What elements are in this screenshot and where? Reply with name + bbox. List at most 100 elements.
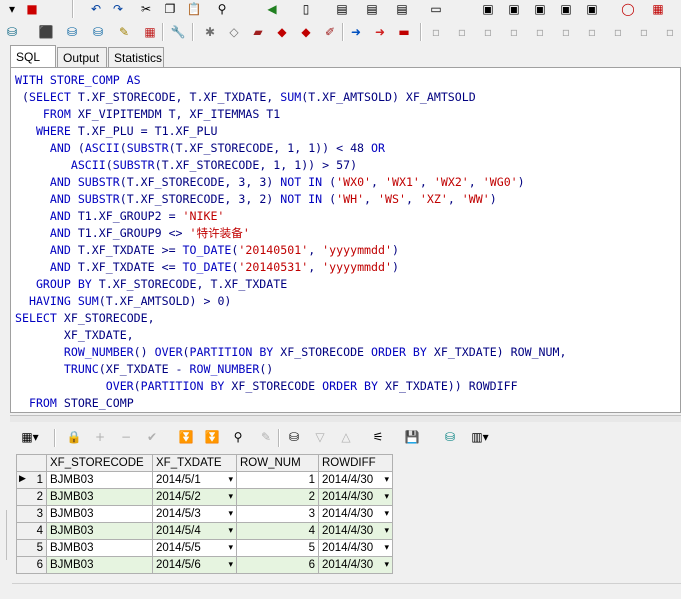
tab-sql-label: SQL [16,49,41,64]
tab-statistics[interactable]: Statistics [108,47,164,67]
lock-icon[interactable]: 🔒 [64,428,84,446]
doc2-icon[interactable]: ▤ [362,0,382,18]
gear-icon[interactable]: ✱ [200,23,220,41]
session-icon[interactable]: ⛁ [88,23,108,41]
row-number[interactable]: 4 [16,522,47,540]
cell-date[interactable]: 2014/5/5 [152,539,237,557]
undo-icon[interactable]: ↶ [86,0,106,18]
window3-icon[interactable]: ▣ [530,0,550,18]
binoculars-icon[interactable]: ⚲ [212,0,232,18]
cell-row_num[interactable]: 5 [236,539,319,557]
eraser-icon[interactable]: ◇ [224,23,244,41]
arrow-right-icon[interactable]: ➜ [346,23,366,41]
sql-line: SELECT XF_STORECODE, [15,311,155,325]
save-icon[interactable]: ⬛ [36,23,56,41]
stop-icon[interactable]: ■ [22,0,42,18]
grid-select-icon[interactable]: ▦▾ [20,428,40,446]
chart-icon[interactable]: ▥▾ [470,428,490,446]
cell-date[interactable]: 2014/5/3 [152,505,237,523]
table-row[interactable]: 4BJMB032014/5/442014/4/30 [16,522,393,540]
row-number[interactable]: 1 ▶ [16,471,47,489]
brush-icon[interactable]: ✐ [320,23,340,41]
doc3-icon[interactable]: ▤ [392,0,412,18]
cell-store[interactable]: BJMB03 [46,522,153,540]
cell-rowdiff[interactable]: 2014/4/30 [318,556,393,574]
toolbar-arrow-icon[interactable]: ▾ [2,0,22,18]
tab-output[interactable]: Output [57,47,107,67]
paste-icon[interactable]: 📋 [184,0,204,18]
connect-icon[interactable]: ⛁ [62,23,82,41]
report-icon[interactable]: ▦ [140,23,160,41]
results-grid[interactable]: XF_STORECODE XF_TXDATE ROW_NUM ROWDIFF 1… [16,454,393,574]
save-results-icon[interactable]: 💾 [402,428,422,446]
window5-icon[interactable]: ▣ [582,0,602,18]
arrow-red-icon[interactable]: ➜ [370,23,390,41]
splitter[interactable] [10,415,681,422]
back-icon[interactable]: ◀ [262,0,282,18]
cell-date[interactable]: 2014/5/6 [152,556,237,574]
doc4-icon[interactable]: ▭ [426,0,446,18]
sql-editor[interactable]: WITH STORE_COMP AS (SELECT T.XF_STORECOD… [10,67,681,413]
table-row[interactable]: 1▶BJMB032014/5/112014/4/30 [16,471,393,489]
column-header-storecode[interactable]: XF_STORECODE [46,454,153,472]
cell-date[interactable]: 2014/5/1 [152,471,237,489]
cell-store[interactable]: BJMB03 [46,471,153,489]
disabled10-icon: ▫ [665,25,675,39]
tag2-icon[interactable]: ◆ [296,23,316,41]
cell-date[interactable]: 2014/5/4 [152,522,237,540]
table-row[interactable]: 2BJMB032014/5/222014/4/30 [16,488,393,506]
new-icon[interactable]: ▯ [296,0,316,18]
table-row[interactable]: 3BJMB032014/5/332014/4/30 [16,505,393,523]
copy-icon[interactable]: ❐ [160,0,180,18]
cell-rowdiff[interactable]: 2014/4/30 [318,505,393,523]
cell-rowdiff[interactable]: 2014/4/30 [318,539,393,557]
row-number[interactable]: 6 [16,556,47,574]
cut-icon[interactable]: ✂ [136,0,156,18]
wrench-icon[interactable]: 🔧 [168,23,188,41]
sql-line: AND (ASCII(SUBSTR(T.XF_STORECODE, 1, 1))… [15,141,385,155]
cell-date[interactable]: 2014/5/2 [152,488,237,506]
cell-row_num[interactable]: 1 [236,471,319,489]
cell-row_num[interactable]: 2 [236,488,319,506]
tree-icon[interactable]: ⚟ [368,428,388,446]
sql-line: AND T1.XF_GROUP9 <> '特许装备' [15,226,250,240]
cell-store[interactable]: BJMB03 [46,539,153,557]
row-number[interactable]: 3 [16,505,47,523]
table-row[interactable]: 6BJMB032014/5/662014/4/30 [16,556,393,574]
window2-icon[interactable]: ▣ [504,0,524,18]
disabled8-icon: ▫ [613,25,623,39]
cell-store[interactable]: BJMB03 [46,556,153,574]
next-record-icon[interactable]: ⏬ [176,428,196,446]
row-number[interactable]: 5 [16,539,47,557]
window4-icon[interactable]: ▣ [556,0,576,18]
oracle-icon[interactable]: ◯ [618,0,638,18]
cell-store[interactable]: BJMB03 [46,488,153,506]
tab-sql[interactable]: SQL [10,45,56,67]
find-icon[interactable]: ⚲ [228,428,248,446]
sql-window-icon[interactable]: ⛁ [2,23,22,41]
doc-icon[interactable]: ▤ [332,0,352,18]
window-icon[interactable]: ▣ [478,0,498,18]
book-icon[interactable]: ▰ [248,23,268,41]
table-row[interactable]: 5BJMB032014/5/552014/4/30 [16,539,393,557]
column-header-row-num[interactable]: ROW_NUM [236,454,319,472]
pdf-icon[interactable]: ▦ [648,0,668,18]
column-header-rowdiff[interactable]: ROWDIFF [318,454,393,472]
tag-icon[interactable]: ◆ [272,23,292,41]
cell-row_num[interactable]: 4 [236,522,319,540]
column-header-txdate[interactable]: XF_TXDATE [152,454,237,472]
cell-row_num[interactable]: 3 [236,505,319,523]
row-number[interactable]: 2 [16,488,47,506]
redo-icon[interactable]: ↷ [108,0,128,18]
notes-icon[interactable]: ✎ [114,23,134,41]
cell-rowdiff[interactable]: 2014/4/30 [318,471,393,489]
cell-rowdiff[interactable]: 2014/4/30 [318,488,393,506]
fetch-icon[interactable]: ⛁ [284,428,304,446]
cell-row_num[interactable]: 6 [236,556,319,574]
car-icon[interactable]: ▬ [394,23,414,41]
cell-rowdiff[interactable]: 2014/4/30 [318,522,393,540]
export-icon[interactable]: ⛁ [440,428,460,446]
last-record-icon[interactable]: ⏬ [202,428,222,446]
cell-store[interactable]: BJMB03 [46,505,153,523]
sql-toolbar: ⛁ ⬛ ⛁ ⛁ ✎ ▦ 🔧 ✱ ◇ ▰ ◆ ◆ ✐ ➜ ➜ ▬ ▫ ▫ ▫ ▫ … [0,20,681,44]
